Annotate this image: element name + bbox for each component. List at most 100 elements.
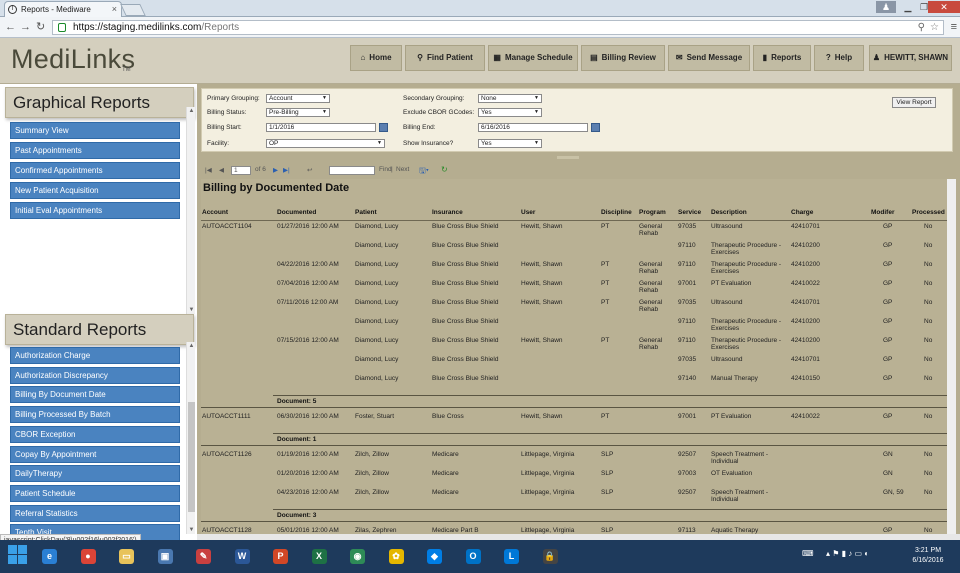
cell-insurance: Blue Cross Blue Shield (432, 337, 499, 344)
standard-report-link[interactable]: Authorization Discrepancy (10, 366, 180, 384)
calendar-icon[interactable] (591, 123, 600, 132)
facility-select[interactable]: OP ▼ (266, 139, 385, 148)
taskbar-app-button[interactable]: W (227, 543, 257, 570)
nav-send-messagebutton[interactable]: ✉ Send Message (668, 45, 750, 71)
standard-report-link[interactable]: Authorization Charge (10, 347, 180, 364)
taskbar-app-button[interactable]: ◉ (342, 543, 372, 570)
taskbar-app-button[interactable]: ● (73, 543, 103, 570)
nav-homebutton[interactable]: ⌂ Home (350, 45, 402, 71)
find-next-link[interactable]: Next (396, 166, 409, 173)
column-header: Modifer (871, 209, 895, 216)
tab-close-icon[interactable]: × (112, 2, 117, 17)
standard-report-link[interactable]: Billing By Document Date (10, 386, 180, 404)
graphical-reports-scrollbar[interactable]: ▲ ▼ (186, 107, 195, 314)
graphical-report-link[interactable]: Initial Eval Appointments (10, 202, 180, 219)
show-insurance-select[interactable]: Yes ▼ (478, 139, 542, 148)
windows-start-icon[interactable] (8, 545, 28, 565)
forward-icon[interactable]: → (20, 21, 31, 33)
bookmark-star-icon[interactable]: ☆ (930, 21, 939, 34)
find-text-input[interactable] (329, 166, 375, 175)
url-input[interactable]: https://staging.medilinks.com/Reports ⚲ … (52, 20, 944, 35)
nav-hewitt-shawnbutton[interactable]: ♟ HEWITT, SHAWN (869, 45, 952, 71)
view-report-button[interactable]: View Report (892, 97, 936, 108)
address-bar-row: ← → ↻ https://staging.medilinks.com/Repo… (0, 17, 960, 38)
scroll-down-arrow-icon[interactable]: ▼ (187, 306, 196, 314)
user-profile-icon[interactable]: ♟ (876, 1, 896, 13)
taskbar-app-button[interactable]: ✿ (381, 543, 411, 570)
cell-service: 97110 (678, 318, 696, 325)
standard-report-link[interactable]: Billing Processed By Batch (10, 406, 180, 424)
taskbar-app-button[interactable]: X (304, 543, 334, 570)
cell-program: General Rehab (639, 261, 663, 275)
clock-time: 3:21 PM (914, 547, 942, 554)
clock[interactable]: 3:21 PM 6/16/2016 (902, 546, 954, 566)
graphical-report-link[interactable]: Summary View (10, 122, 180, 139)
nav-helpbutton[interactable]: ? Help (814, 45, 864, 71)
nav-billing-reviewbutton[interactable]: ▤ Billing Review (581, 45, 665, 71)
browser-menu-icon[interactable]: ≡ (951, 21, 957, 33)
nav-reportsbutton[interactable]: ▮ Reports (753, 45, 811, 71)
standard-report-link[interactable]: Copay By Appointment (10, 445, 180, 463)
column-header: Processed (912, 209, 945, 216)
calendar-icon[interactable] (379, 123, 388, 132)
nav-manage-schedulebutton[interactable]: ▦ Manage Schedule (488, 45, 578, 71)
nav-find-patientbutton[interactable]: ⚲ Find Patient (405, 45, 485, 71)
export-icon[interactable]: 🖫▾ (419, 165, 429, 179)
browser-tab[interactable]: T Reports - Mediware × (4, 1, 122, 17)
billing-end-input[interactable]: 6/16/2016 (478, 123, 588, 132)
taskbar-app-button[interactable]: e (34, 543, 64, 570)
cell-discipline: PT (601, 299, 610, 306)
taskbar-app-button[interactable]: ▣ (150, 543, 180, 570)
last-page-icon[interactable]: ▶| (283, 166, 290, 174)
cell-modifier: GP (883, 299, 893, 306)
taskbar-app-button[interactable]: ✎ (188, 543, 218, 570)
secondary-grouping-select[interactable]: None ▼ (478, 94, 542, 103)
taskbar-app-button[interactable]: P (265, 543, 295, 570)
scroll-up-arrow-icon[interactable]: ▲ (187, 107, 196, 115)
taskbar-app-button[interactable]: L (496, 543, 526, 570)
taskbar-app-button[interactable]: ▭ (111, 543, 141, 570)
standard-report-link[interactable]: DailyTherapy (10, 465, 180, 483)
find-link[interactable]: Find (379, 166, 392, 173)
taskbar-app-button[interactable]: 🔒 (535, 543, 565, 570)
left-pane: Graphical Reports Summary View Past Appoi… (0, 84, 197, 542)
exclude-cbor-select[interactable]: Yes ▼ (478, 108, 542, 117)
zoom-icon[interactable]: ⚲ (918, 21, 925, 34)
scrollbar-thumb[interactable] (188, 402, 195, 512)
reload-icon[interactable]: ↻ (36, 21, 45, 33)
standard-report-link[interactable]: Patient Schedule (10, 484, 180, 502)
taskbar-app-button[interactable]: ◆ (419, 543, 449, 570)
cell-discipline: SLP (601, 489, 614, 496)
system-tray-icons[interactable]: ▴ ⚑ ▮ ♪ ▭ ◐ (826, 549, 869, 558)
back-icon[interactable]: ← (5, 21, 16, 33)
next-page-icon[interactable]: ▶ (273, 166, 278, 174)
cell-insurance: Blue Cross Blue Shield (432, 280, 499, 287)
billing-start-input[interactable]: 1/1/2016 (266, 123, 376, 132)
keyboard-icon[interactable]: ⌨ (802, 549, 814, 558)
scroll-up-arrow-icon[interactable]: ▲ (187, 342, 196, 350)
standard-reports-scrollbar[interactable]: ▲ ▼ (186, 342, 195, 534)
parameters-collapse-handle[interactable] (557, 156, 579, 159)
graphical-report-link[interactable]: Past Appointments (10, 142, 180, 159)
standard-report-link[interactable]: CBOR Exception (10, 425, 180, 443)
window-close-button[interactable]: ✕ (928, 1, 960, 13)
refresh-icon[interactable]: ↻ (441, 165, 448, 174)
cell-insurance: Blue Cross (432, 413, 464, 420)
graphical-report-link[interactable]: Confirmed Appointments (10, 162, 180, 179)
scroll-down-arrow-icon[interactable]: ▼ (187, 526, 196, 534)
standard-report-link[interactable]: Referral Statistics (10, 504, 180, 522)
cell-processed: No (924, 318, 933, 325)
previous-page-icon[interactable]: ◀ (219, 166, 224, 174)
new-tab-button[interactable] (120, 4, 146, 16)
cell-user: Hewitt, Shawn (521, 299, 563, 306)
column-header: Description (711, 209, 747, 216)
first-page-icon[interactable]: |◀ (205, 166, 212, 174)
primary-grouping-select[interactable]: Account ▼ (266, 94, 330, 103)
graphical-report-link[interactable]: New Patient Acquisition (10, 182, 180, 199)
back-to-parent-icon[interactable]: ↩ (307, 166, 312, 174)
page-number-input[interactable]: 1 (231, 166, 251, 175)
billing-status-select[interactable]: Pre-Billing ▼ (266, 108, 330, 117)
cell-processed: No (924, 261, 933, 268)
taskbar-app-button[interactable]: O (458, 543, 488, 570)
report-scrollbar[interactable] (947, 179, 956, 534)
